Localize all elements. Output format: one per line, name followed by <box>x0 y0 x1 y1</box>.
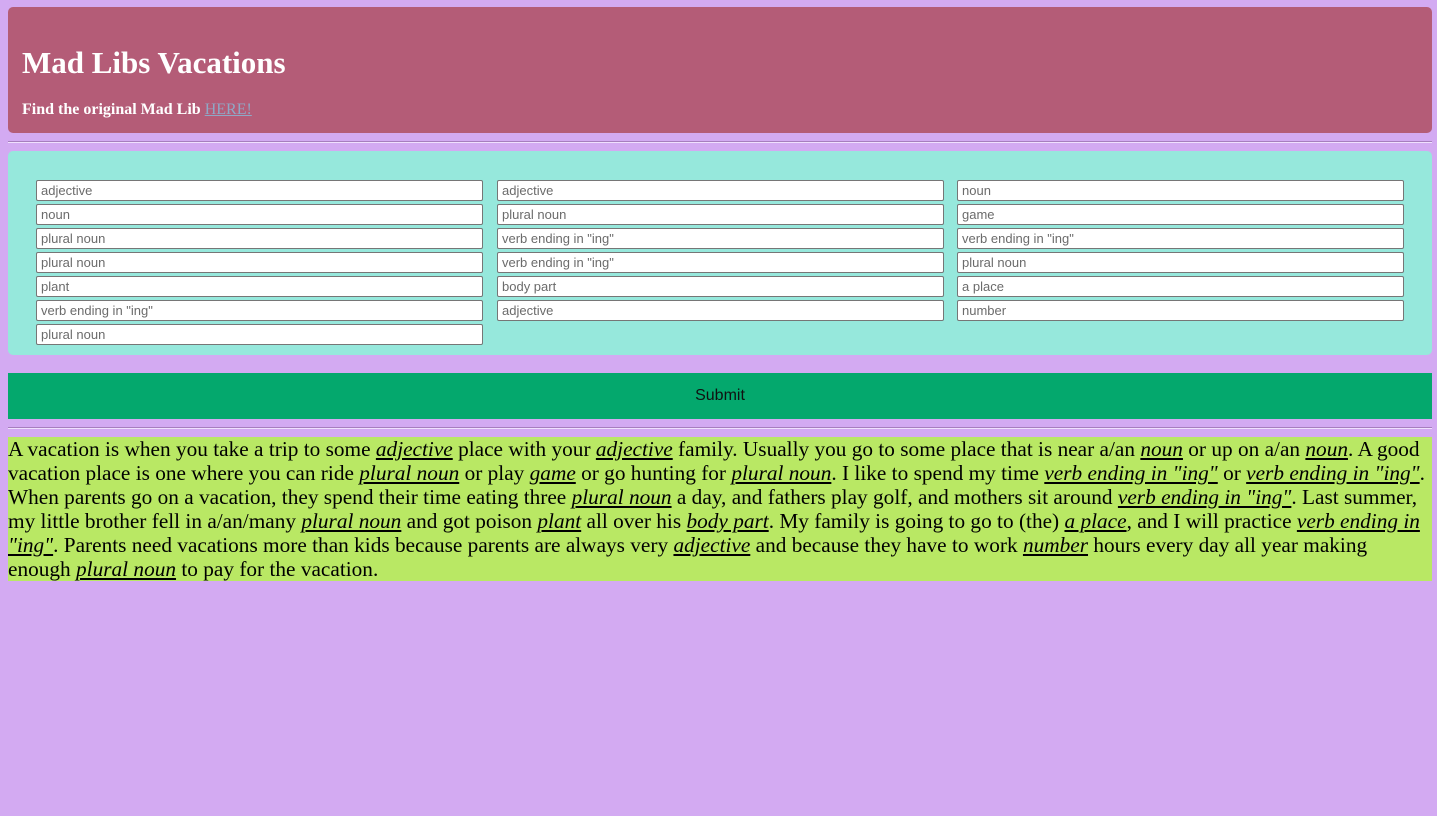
word-input[interactable] <box>497 180 944 201</box>
story-blank: adjective <box>673 533 751 557</box>
page-header: Mad Libs Vacations Find the original Mad… <box>8 7 1432 133</box>
word-input[interactable] <box>36 204 483 225</box>
story-blank: plural noun <box>731 461 832 485</box>
story-text: all over his <box>581 509 687 533</box>
story-text: . I like to spend my time <box>831 461 1045 485</box>
story-blank: adjective <box>595 437 673 461</box>
input-column-1 <box>36 180 483 348</box>
divider-top <box>8 141 1432 143</box>
story-text: or go hunting for <box>575 461 732 485</box>
input-column-2 <box>497 180 944 324</box>
word-input[interactable] <box>957 180 1404 201</box>
word-input[interactable] <box>957 300 1404 321</box>
divider-bottom <box>8 427 1432 429</box>
story-blank: plant <box>537 509 582 533</box>
input-column-3 <box>957 180 1404 324</box>
story-blank: noun <box>1305 437 1348 461</box>
story-text: A vacation is when you take a trip to so… <box>8 437 376 461</box>
story-text: place with your <box>452 437 596 461</box>
word-input[interactable] <box>497 300 944 321</box>
story-blank: plural noun <box>571 485 672 509</box>
story-blank: verb ending in "ing" <box>1117 485 1292 509</box>
word-input-form <box>8 151 1432 355</box>
story-text: . Parents need vacations more than kids … <box>53 533 674 557</box>
story-text: or <box>1217 461 1247 485</box>
story-blank: verb ending in "ing" <box>1044 461 1218 485</box>
story-blank: game <box>529 461 576 485</box>
word-input[interactable] <box>36 300 483 321</box>
page-title: Mad Libs Vacations <box>22 45 286 80</box>
word-input[interactable] <box>497 204 944 225</box>
story-text: a day, and fathers play golf, and mother… <box>671 485 1118 509</box>
word-input[interactable] <box>36 252 483 273</box>
story-blank: plural noun <box>359 461 460 485</box>
story-text: . My family is going to go to (the) <box>768 509 1065 533</box>
word-input[interactable] <box>957 276 1404 297</box>
story-blank: noun <box>1140 437 1183 461</box>
story-blank: verb ending in "ing" <box>1246 461 1420 485</box>
story-blank: plural noun <box>76 557 177 581</box>
original-link-line: Find the original Mad Lib HERE! <box>22 100 252 119</box>
story-blank: plural noun <box>301 509 402 533</box>
word-input[interactable] <box>957 204 1404 225</box>
word-input[interactable] <box>957 228 1404 249</box>
story-text: , and I will practice <box>1126 509 1297 533</box>
word-input[interactable] <box>36 324 483 345</box>
story-blank: body part <box>686 509 769 533</box>
story-text: and got poison <box>401 509 538 533</box>
story-text: and because they have to work <box>750 533 1023 557</box>
word-input[interactable] <box>497 276 944 297</box>
word-input[interactable] <box>497 228 944 249</box>
story-text: or up on a/an <box>1182 437 1306 461</box>
word-input[interactable] <box>36 276 483 297</box>
story-output: A vacation is when you take a trip to so… <box>8 437 1432 581</box>
story-text: or play <box>459 461 530 485</box>
submit-button[interactable]: Submit <box>8 373 1432 419</box>
word-input[interactable] <box>36 228 483 249</box>
word-input[interactable] <box>497 252 944 273</box>
subtitle-prefix: Find the original Mad Lib <box>22 101 205 118</box>
story-text: family. Usually you go to some place tha… <box>672 437 1141 461</box>
story-blank: number <box>1022 533 1089 557</box>
story-text: to pay for the vacation. <box>176 557 379 581</box>
story-blank: adjective <box>375 437 453 461</box>
original-mad-lib-link[interactable]: HERE! <box>205 101 252 118</box>
word-input[interactable] <box>957 252 1404 273</box>
word-input[interactable] <box>36 180 483 201</box>
story-blank: a place <box>1064 509 1127 533</box>
